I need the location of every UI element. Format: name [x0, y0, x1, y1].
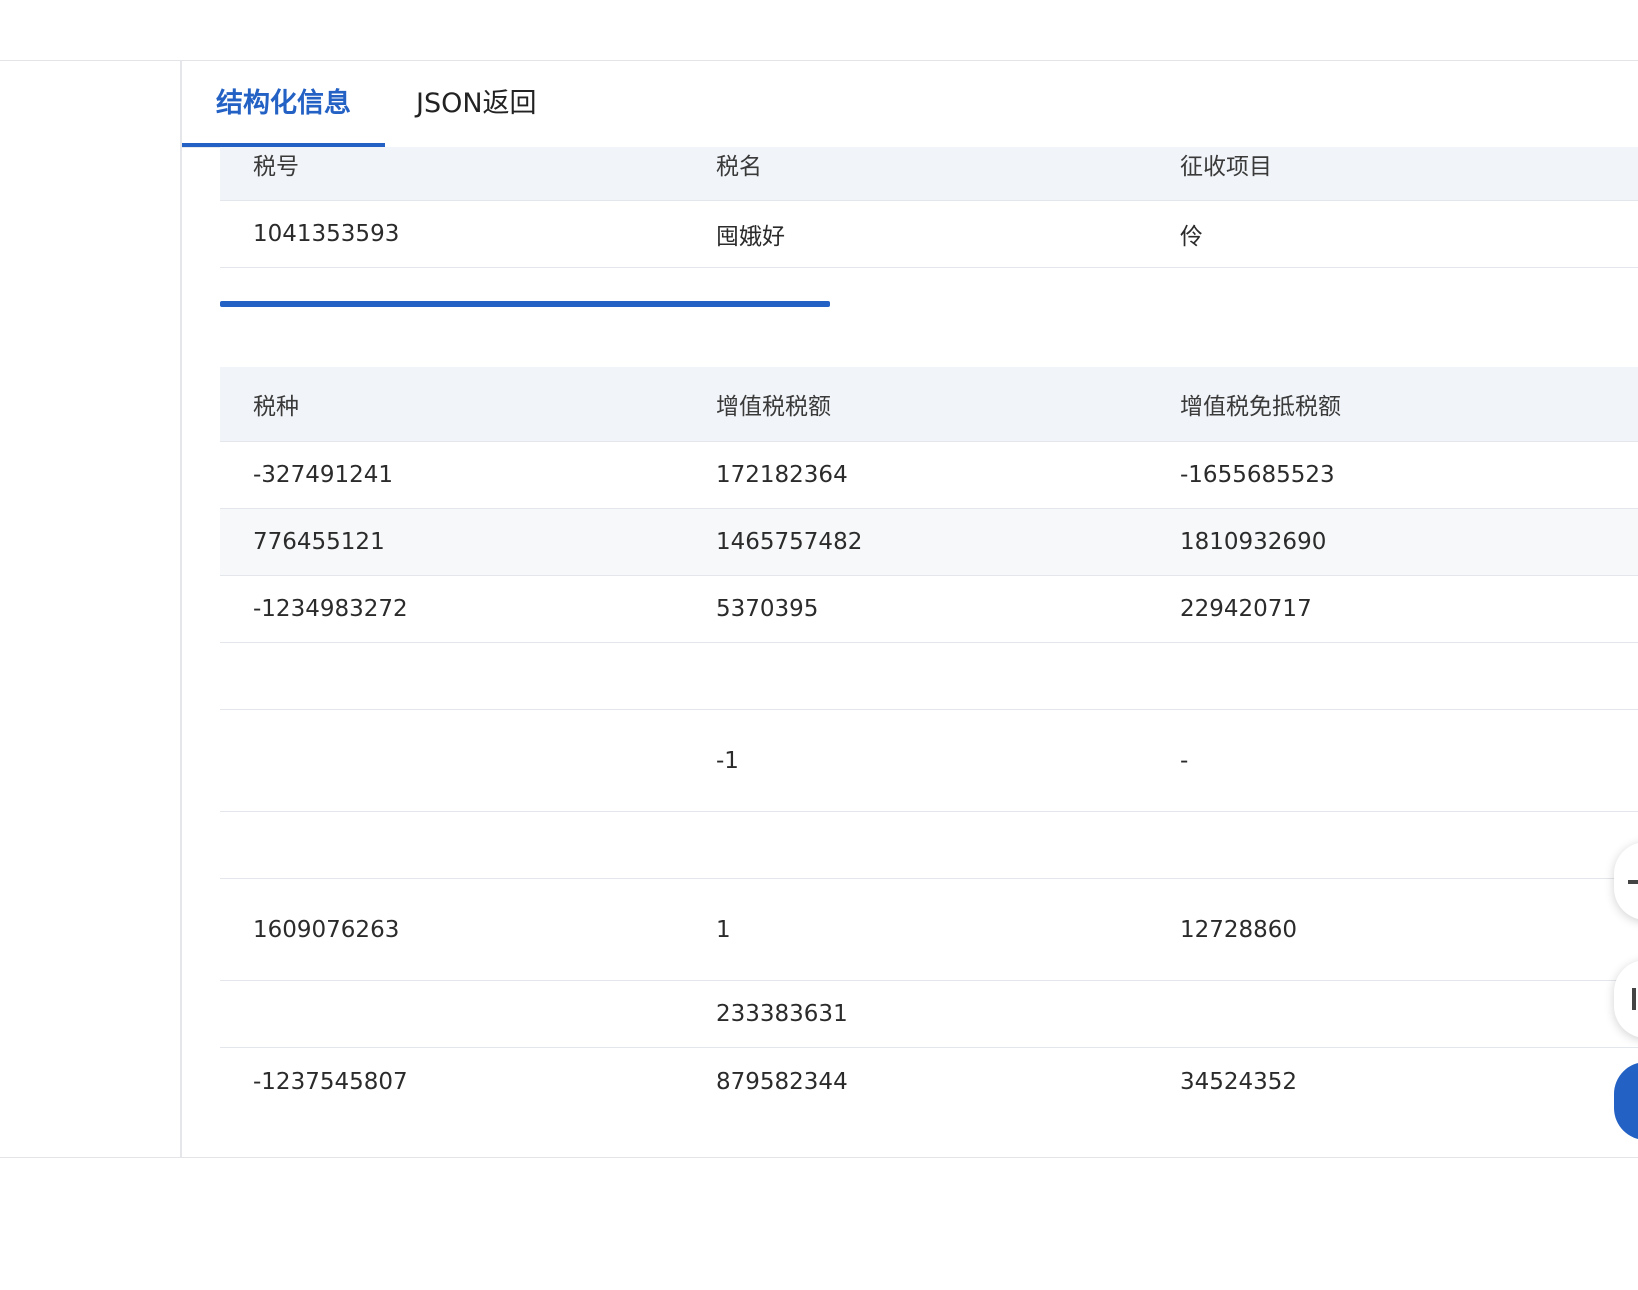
table-header-row: 税种 增值税税额 增值税免抵税额	[220, 367, 1638, 442]
header-cell: 征收项目	[1180, 154, 1272, 180]
tab-structured-info[interactable]: 结构化信息	[182, 61, 385, 147]
table-cell: 1	[716, 916, 731, 943]
table-cell: 233383631	[716, 1001, 848, 1027]
result-panel: 结构化信息 JSON返回 税号 税名 征收项目 1041353593 囤娥好 伶…	[182, 61, 1638, 1158]
table-cell: 229420717	[1180, 596, 1312, 622]
table-cell: 12728860	[1180, 916, 1298, 943]
section-progress-line	[220, 301, 830, 307]
table-cell: 172182364	[716, 462, 848, 488]
header-cell: 税号	[253, 154, 299, 180]
table-cell: 34524352	[1180, 1068, 1298, 1095]
table-row: -1237545807 879582344 34524352	[220, 1048, 1638, 1115]
table-cell: -	[1180, 747, 1189, 774]
table-cell: 5370395	[716, 596, 819, 622]
tab-bar: 结构化信息 JSON返回	[182, 61, 1638, 148]
table-row: -327491241 172182364 -1655685523	[220, 442, 1638, 509]
table-cell: -1655685523	[1180, 462, 1335, 488]
table-header-row: 税号 税名 征收项目	[220, 147, 1638, 201]
table-cell: 1041353593	[253, 221, 400, 247]
table-cell: 1609076263	[253, 916, 400, 943]
header-cell: 增值税免抵税额	[1180, 394, 1341, 420]
panel-bottom-border	[0, 1157, 1638, 1158]
table-row: 1041353593 囤娥好 伶	[220, 201, 1638, 268]
table-row: -1 -	[220, 710, 1638, 812]
header-cell: 税种	[253, 394, 299, 420]
table-cell: 囤娥好	[716, 224, 785, 250]
table-row	[220, 812, 1638, 879]
tab-json-return[interactable]: JSON返回	[416, 61, 537, 147]
table-row: 233383631	[220, 981, 1638, 1048]
table-cell: -1234983272	[253, 596, 408, 622]
table-row: -1234983272 5370395 229420717	[220, 576, 1638, 643]
table-cell: 879582344	[716, 1068, 848, 1095]
table-row	[220, 643, 1638, 710]
table-cell: 1465757482	[716, 529, 863, 555]
header-cell: 税名	[716, 154, 762, 180]
table-cell: -1	[716, 747, 739, 774]
header-cell: 增值税税额	[716, 394, 831, 420]
table-cell: 1810932690	[1180, 529, 1327, 555]
table-cell: 伶	[1180, 224, 1203, 250]
table-cell: -327491241	[253, 462, 393, 488]
top-table: 税号 税名 征收项目 1041353593 囤娥好 伶	[220, 147, 1638, 268]
top-bar	[0, 0, 1638, 61]
table-row: 1609076263 1 12728860	[220, 879, 1638, 981]
table-cell: -1237545807	[253, 1068, 408, 1095]
table-cell: 776455121	[253, 529, 385, 555]
table-row: 776455121 1465757482 1810932690	[220, 509, 1638, 576]
main-table: 税种 增值税税额 增值税免抵税额 -327491241 172182364 -1…	[220, 367, 1638, 1158]
left-panel	[0, 61, 182, 1158]
